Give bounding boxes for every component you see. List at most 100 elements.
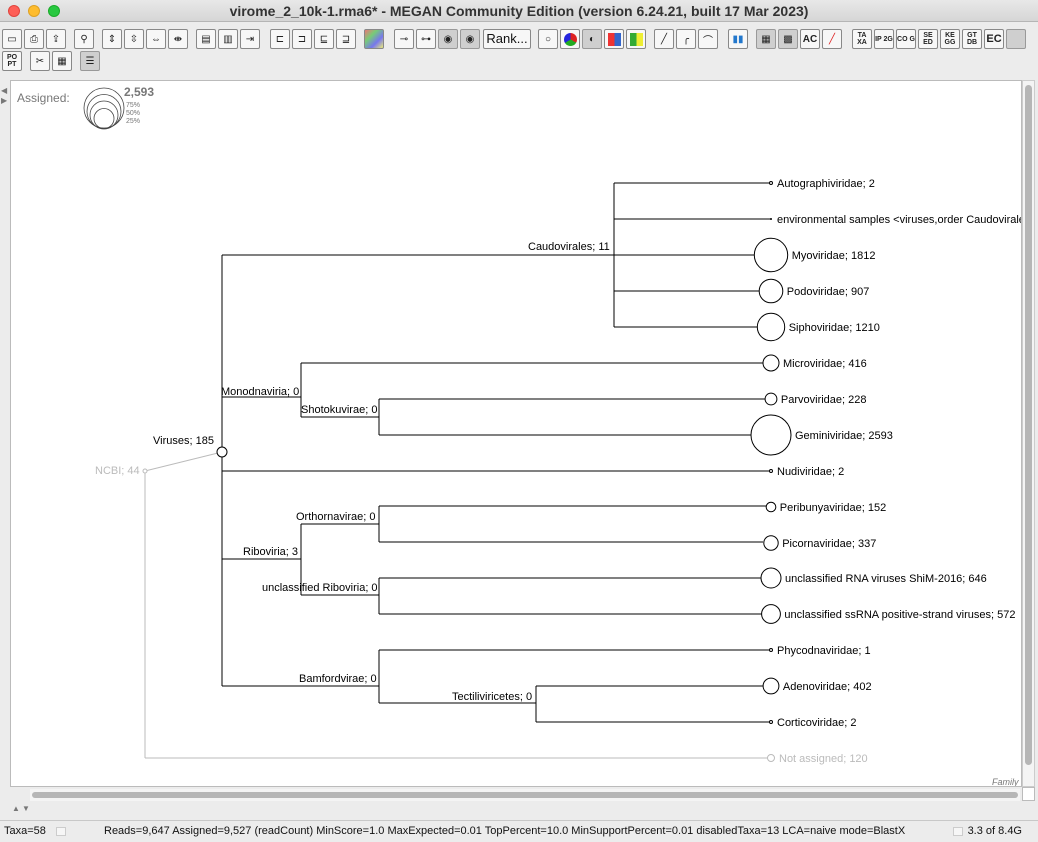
status-taxa: Taxa=58 bbox=[4, 825, 46, 837]
horizontal-scroll-thumb[interactable] bbox=[32, 792, 1018, 798]
leaf-label[interactable]: Myoviridae; 1812 bbox=[792, 250, 876, 262]
ec-button[interactable]: EC bbox=[984, 29, 1004, 49]
contract-horizontal-icon[interactable]: ⇼ bbox=[168, 29, 188, 49]
leaf-label[interactable]: Corticoviridae; 2 bbox=[777, 717, 856, 729]
status-summary: Reads=9,647 Assigned=9,527 (readCount) M… bbox=[104, 825, 906, 837]
ip2g-icon[interactable]: IP 2G bbox=[874, 29, 894, 49]
legend-pct-50: 50% bbox=[126, 110, 140, 117]
leaf-node[interactable] bbox=[760, 567, 782, 589]
sqrt-scale-icon[interactable]: ╭ bbox=[676, 29, 696, 49]
fit-window-icon[interactable]: ▤ bbox=[196, 29, 216, 49]
leaf-label[interactable]: Adenoviridae; 402 bbox=[783, 681, 872, 693]
collapse-icon[interactable]: ⊏ bbox=[270, 29, 290, 49]
zoom-out-arrow-icon[interactable]: ▲ bbox=[12, 804, 20, 813]
leaf-node[interactable] bbox=[762, 354, 780, 372]
leaf-node[interactable] bbox=[769, 648, 773, 652]
node-label-unclassified-riboviria: unclassified Riboviria; 0 bbox=[262, 582, 378, 594]
cog-icon[interactable]: CO G bbox=[896, 29, 916, 49]
leaf-node[interactable] bbox=[769, 720, 773, 724]
leaf-label[interactable]: Peribunyaviridae; 152 bbox=[780, 502, 886, 514]
leaf-node[interactable] bbox=[756, 312, 786, 342]
leaf-node[interactable] bbox=[762, 677, 780, 695]
root-node bbox=[142, 468, 148, 474]
horizontal-scrollbar[interactable] bbox=[30, 789, 1020, 801]
node-values-icon[interactable]: ◉ bbox=[460, 29, 480, 49]
log-scale-icon[interactable]: ⌒ bbox=[698, 29, 718, 49]
leaf-node[interactable] bbox=[769, 469, 773, 473]
leaf-node[interactable] bbox=[753, 237, 789, 273]
ac-button[interactable]: AC bbox=[800, 29, 820, 49]
find-icon[interactable]: ⚲ bbox=[74, 29, 94, 49]
rank-button[interactable]: Rank... bbox=[483, 29, 531, 49]
leaf-label[interactable]: Parvoviridae; 228 bbox=[781, 394, 867, 406]
uncollapse-subtree-icon[interactable]: ⊒ bbox=[336, 29, 356, 49]
legend-circle-100 bbox=[83, 87, 125, 129]
contract-vertical-icon[interactable]: ⇳ bbox=[124, 29, 144, 49]
seed-icon[interactable]: SE ED bbox=[918, 29, 938, 49]
zoom-in-arrow-icon[interactable]: ▼ bbox=[22, 804, 30, 813]
node-shape-icon[interactable]: ⊸ bbox=[394, 29, 414, 49]
leaf-label[interactable]: environmental samples <viruses,order Cau… bbox=[777, 214, 1022, 226]
split-right-arrow-icon[interactable]: ▶ bbox=[1, 96, 7, 105]
gtdb-icon[interactable]: GT DB bbox=[962, 29, 982, 49]
leaf-node[interactable] bbox=[765, 501, 777, 513]
kegg-icon[interactable]: KE GG bbox=[940, 29, 960, 49]
rank-corner-label: Family bbox=[992, 777, 1019, 787]
leaf-label[interactable]: Nudiviridae; 2 bbox=[777, 466, 844, 478]
attributes-icon[interactable]: ▩ bbox=[778, 29, 798, 49]
coxcomb-icon[interactable]: ◐ bbox=[582, 29, 602, 49]
leaf-label[interactable]: Autographiviridae; 2 bbox=[777, 178, 875, 190]
table-icon[interactable]: ▦ bbox=[52, 51, 72, 71]
leaf-node[interactable] bbox=[764, 392, 778, 406]
interpro-icon[interactable] bbox=[1006, 29, 1026, 49]
legend-label: Assigned: bbox=[17, 91, 70, 105]
scissors-icon[interactable]: ✂ bbox=[30, 51, 50, 71]
leaf-label[interactable]: Geminiviridae; 2593 bbox=[795, 430, 893, 442]
no-label-icon[interactable]: ╱ bbox=[822, 29, 842, 49]
linear-scale-icon[interactable]: ╱ bbox=[654, 29, 674, 49]
node-label-orthornavirae: Orthornavirae; 0 bbox=[296, 511, 375, 523]
bar-chart-icon[interactable]: ▮▮ bbox=[728, 29, 748, 49]
leaf-node[interactable] bbox=[750, 414, 792, 456]
pie-chart-icon[interactable] bbox=[560, 29, 580, 49]
heatmap-icon[interactable] bbox=[604, 29, 624, 49]
grid-icon[interactable] bbox=[626, 29, 646, 49]
open-file-icon[interactable]: ▭ bbox=[2, 29, 22, 49]
leaf-label[interactable]: Podoviridae; 907 bbox=[787, 286, 870, 298]
uncollapse-icon[interactable]: ⊐ bbox=[292, 29, 312, 49]
popt-icon[interactable]: PO PT bbox=[2, 51, 22, 71]
taxonomy-tree[interactable]: 2,593 75% 50% 25% NCBI; 44 Not assigned;… bbox=[11, 81, 1022, 787]
collapse-subtree-icon[interactable]: ⊑ bbox=[314, 29, 334, 49]
leaf-node[interactable] bbox=[761, 604, 781, 624]
vertical-scrollbar[interactable] bbox=[1022, 80, 1035, 787]
split-left-arrow-icon[interactable]: ◀ bbox=[1, 86, 7, 95]
scroll-corner bbox=[1022, 787, 1035, 801]
leaf-label[interactable]: Phycodnaviridae; 1 bbox=[777, 645, 871, 657]
leaf-label[interactable]: unclassified ssRNA positive-strand virus… bbox=[784, 609, 1015, 621]
expand-vertical-icon[interactable]: ⇕ bbox=[102, 29, 122, 49]
fully-expand-icon[interactable]: ▥ bbox=[218, 29, 238, 49]
leaf-node[interactable] bbox=[770, 218, 772, 220]
node-label-shotokuvirae: Shotokuvirae; 0 bbox=[301, 404, 377, 416]
leaf-node[interactable] bbox=[769, 181, 773, 185]
print-icon[interactable]: ⎙ bbox=[24, 29, 44, 49]
leaf-label[interactable]: unclassified RNA viruses ShiM-2016; 646 bbox=[785, 573, 987, 585]
expand-horizontal-icon[interactable]: ⇔ bbox=[146, 29, 166, 49]
leaf-node[interactable] bbox=[763, 535, 779, 551]
leaf-label[interactable]: Picornaviridae; 337 bbox=[782, 538, 876, 550]
tree-canvas[interactable]: Assigned: 2,593 75% 50% 25% NCBI; 44 Not… bbox=[10, 80, 1022, 787]
export-icon[interactable]: ⇪ bbox=[46, 29, 66, 49]
legend-circle-75 bbox=[86, 94, 122, 129]
scroll-to-selected-icon[interactable]: ⇥ bbox=[240, 29, 260, 49]
vertical-scroll-thumb[interactable] bbox=[1025, 85, 1032, 765]
leaf-label[interactable]: Siphoviridae; 1210 bbox=[789, 322, 880, 334]
circle-node-icon[interactable]: ○ bbox=[538, 29, 558, 49]
inspector-icon[interactable]: ☰ bbox=[80, 51, 100, 71]
leaf-label[interactable]: Microviridae; 416 bbox=[783, 358, 867, 370]
node-names-icon[interactable]: ◉ bbox=[438, 29, 458, 49]
taxa-icon[interactable]: TA XA bbox=[852, 29, 872, 49]
word-cloud-icon[interactable]: ▦ bbox=[756, 29, 776, 49]
color-icon[interactable] bbox=[364, 29, 384, 49]
leaf-node[interactable] bbox=[758, 278, 784, 304]
node-labels-icon[interactable]: ⊶ bbox=[416, 29, 436, 49]
